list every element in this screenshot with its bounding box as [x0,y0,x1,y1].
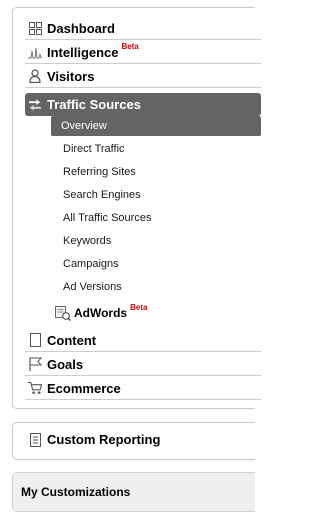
grid-icon [28,21,42,35]
adwords-icon [55,305,71,321]
nav-goals[interactable]: Goals [25,353,261,376]
custom-reporting-panel: Custom Reporting [12,422,255,460]
nav-traffic-sources[interactable]: Traffic Sources [25,93,261,116]
nav-adwords[interactable]: AdWords Beta [55,303,261,323]
nav-content[interactable]: Content [25,329,261,352]
nav-adwords-label: AdWords [74,306,128,320]
page-icon [28,333,42,347]
cart-icon [28,381,42,395]
subnav-ad-versions[interactable]: Ad Versions [51,277,261,297]
subnav-search-engines[interactable]: Search Engines [51,185,261,205]
person-icon [28,69,42,83]
nav-dashboard-label: Dashboard [47,20,115,36]
nav-traffic-sources-label: Traffic Sources [47,97,141,112]
nav-dashboard[interactable]: Dashboard [25,17,261,40]
nav-content-label: Content [47,332,97,348]
nav-visitors-label: Visitors [47,68,95,84]
nav-visitors[interactable]: Visitors [25,65,261,88]
subnav-direct-traffic[interactable]: Direct Traffic [51,139,261,159]
pulse-icon [28,45,42,59]
nav-ecommerce[interactable]: Ecommerce [25,377,261,400]
report-icon [28,432,42,447]
custom-reporting-label: Custom Reporting [47,432,161,447]
subnav-overview[interactable]: Overview [51,116,261,136]
subnav-campaigns[interactable]: Campaigns [51,254,261,274]
main-nav-panel: Dashboard Intelligence Beta Visitors Tra… [12,7,261,409]
subnav-referring-sites[interactable]: Referring Sites [51,162,261,182]
traffic-arrows-icon [28,98,42,112]
flag-icon [28,357,42,371]
my-customizations-panel: My Customizations [12,472,255,512]
nav-intelligence[interactable]: Intelligence Beta [25,41,261,64]
nav-intelligence-label: Intelligence [47,44,119,60]
adwords-beta-badge: Beta [130,302,148,312]
nav-goals-label: Goals [47,356,84,372]
nav-custom-reporting[interactable]: Custom Reporting [25,432,160,447]
nav-ecommerce-label: Ecommerce [47,380,121,396]
subnav-keywords[interactable]: Keywords [51,231,261,251]
intelligence-beta-badge: Beta [121,41,139,51]
subnav-all-traffic-sources[interactable]: All Traffic Sources [51,208,261,228]
my-customizations-title: My Customizations [21,485,131,499]
